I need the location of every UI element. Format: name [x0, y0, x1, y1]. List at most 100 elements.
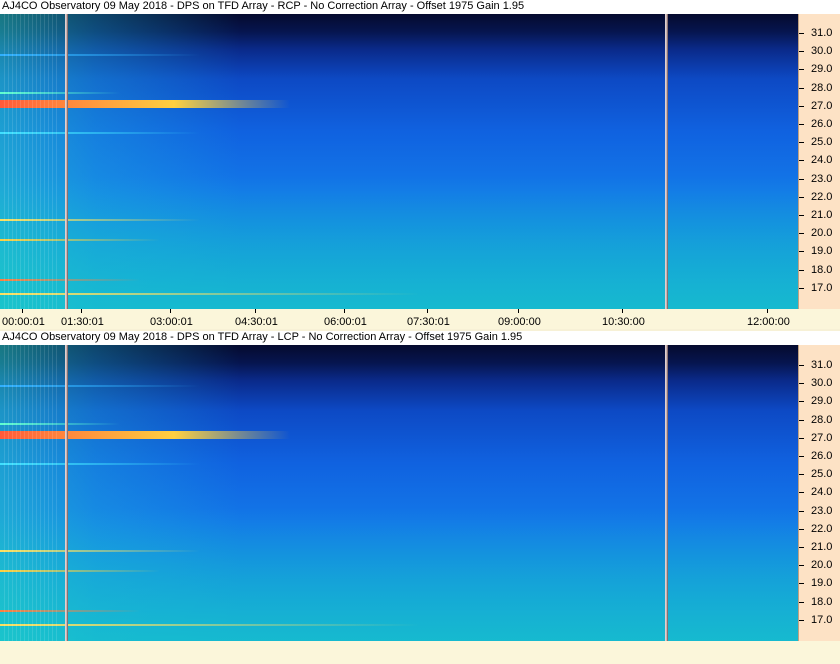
interference-streak	[36, 14, 37, 309]
panel-2-title: AJ4CO Observatory 09 May 2018 - DPS on T…	[2, 331, 523, 343]
y-tick	[799, 619, 804, 621]
y-tick-label: 19.0	[811, 245, 833, 258]
x-tick-label: 01:30:01	[61, 316, 104, 328]
y-tick	[799, 437, 804, 439]
x-tick	[22, 309, 23, 313]
y-tick-label: 23.0	[811, 172, 833, 185]
spectrogram-glow	[0, 507, 798, 641]
interference-streak	[44, 14, 45, 309]
y-tick-label: 31.0	[811, 359, 833, 371]
emission-band	[0, 219, 200, 221]
interference-streak	[20, 345, 21, 641]
interference-streak	[24, 14, 25, 309]
y-tick	[799, 87, 804, 89]
y-tick-label: 22.0	[811, 522, 833, 535]
y-tick-label: 17.0	[811, 281, 833, 294]
y-tick-label: 20.0	[811, 559, 833, 572]
y-tick	[799, 178, 804, 180]
y-tick	[799, 69, 804, 71]
interference-streak	[40, 345, 41, 641]
y-tick	[799, 510, 804, 512]
y-tick	[799, 33, 804, 34]
y-tick	[799, 583, 804, 585]
interference-streak	[28, 14, 29, 309]
emission-band	[0, 279, 140, 281]
interference-streak	[48, 345, 49, 641]
y-tick-label: 25.0	[811, 136, 833, 149]
y-tick	[799, 601, 804, 603]
interference-streak	[56, 345, 57, 641]
x-tick	[81, 309, 82, 313]
y-tick-label: 30.0	[811, 377, 833, 390]
interference-streak	[4, 345, 5, 641]
y-tick-label: 28.0	[811, 81, 833, 94]
interference-streak	[32, 14, 33, 309]
y-tick	[799, 456, 804, 457]
spectrogram-glow	[0, 176, 798, 309]
y-tick	[799, 287, 804, 289]
spectrogram-lcp[interactable]	[0, 345, 798, 641]
emission-band	[0, 423, 120, 425]
y-tick	[799, 474, 804, 476]
y-tick	[799, 401, 804, 403]
y-tick-label: 21.0	[811, 209, 833, 221]
y-tick-label: 29.0	[811, 395, 833, 408]
interference-streak	[12, 14, 13, 309]
x-tick-label: 07:30:01	[407, 316, 450, 328]
y-tick	[799, 565, 804, 567]
interference-streak	[52, 345, 53, 641]
x-tick	[255, 309, 256, 313]
y-tick	[799, 419, 804, 421]
x-tick	[518, 309, 519, 313]
interference-streak	[32, 345, 33, 641]
y-tick	[799, 233, 804, 235]
x-tick-label: 00:00:01	[2, 316, 45, 328]
gap-marker	[665, 345, 668, 641]
x-tick	[622, 309, 623, 313]
emission-band	[0, 610, 140, 612]
x-tick-label: 12:00:00	[747, 316, 790, 328]
y-tick-label: 30.0	[811, 45, 833, 58]
x-tick-label: 09:00:00	[498, 316, 541, 328]
interference-streak	[36, 345, 37, 641]
interference-streak	[28, 345, 29, 641]
gap-marker	[65, 14, 68, 309]
interference-streak	[44, 345, 45, 641]
interference-streak	[8, 14, 9, 309]
y-tick-label: 24.0	[811, 154, 833, 167]
x-tick-label: 04:30:01	[235, 316, 278, 328]
y-tick-label: 18.0	[811, 263, 833, 276]
time-axis-lcp	[0, 641, 840, 664]
frequency-axis-rcp: 31.0 30.0 29.0 28.0 27.0 26.0 25.0 24.0 23.0 22.0…	[798, 14, 840, 309]
y-tick	[799, 160, 804, 162]
interference-streak	[52, 14, 53, 309]
emission-band	[0, 550, 200, 552]
x-tick	[427, 309, 428, 313]
time-axis-rcp: 00:00:01 01:30:01 03:00:01 04:30:01 06:00:01…	[0, 309, 840, 329]
y-tick-label: 29.0	[811, 63, 833, 76]
y-tick-label: 25.0	[811, 468, 833, 481]
y-tick	[799, 383, 804, 385]
x-tick	[767, 309, 768, 313]
y-tick-label: 19.0	[811, 577, 833, 590]
y-tick	[799, 528, 804, 530]
y-tick-label: 21.0	[811, 541, 833, 553]
emission-band	[0, 293, 420, 295]
x-tick	[344, 309, 345, 313]
x-tick	[170, 309, 171, 313]
y-tick-label: 26.0	[811, 118, 833, 130]
x-tick-label: 03:00:01	[150, 316, 193, 328]
y-tick	[799, 196, 804, 198]
interference-streak	[40, 14, 41, 309]
panel-1-title: AJ4CO Observatory 09 May 2018 - DPS on T…	[2, 0, 525, 12]
y-tick	[799, 51, 804, 53]
interference-streak	[24, 345, 25, 641]
gap-marker	[665, 14, 668, 309]
emission-band	[0, 132, 200, 134]
y-tick-label: 28.0	[811, 413, 833, 426]
y-tick	[799, 251, 804, 253]
y-tick	[799, 124, 804, 125]
emission-band	[0, 624, 420, 626]
spectrogram-rcp[interactable]	[0, 14, 798, 309]
interference-streak	[12, 345, 13, 641]
